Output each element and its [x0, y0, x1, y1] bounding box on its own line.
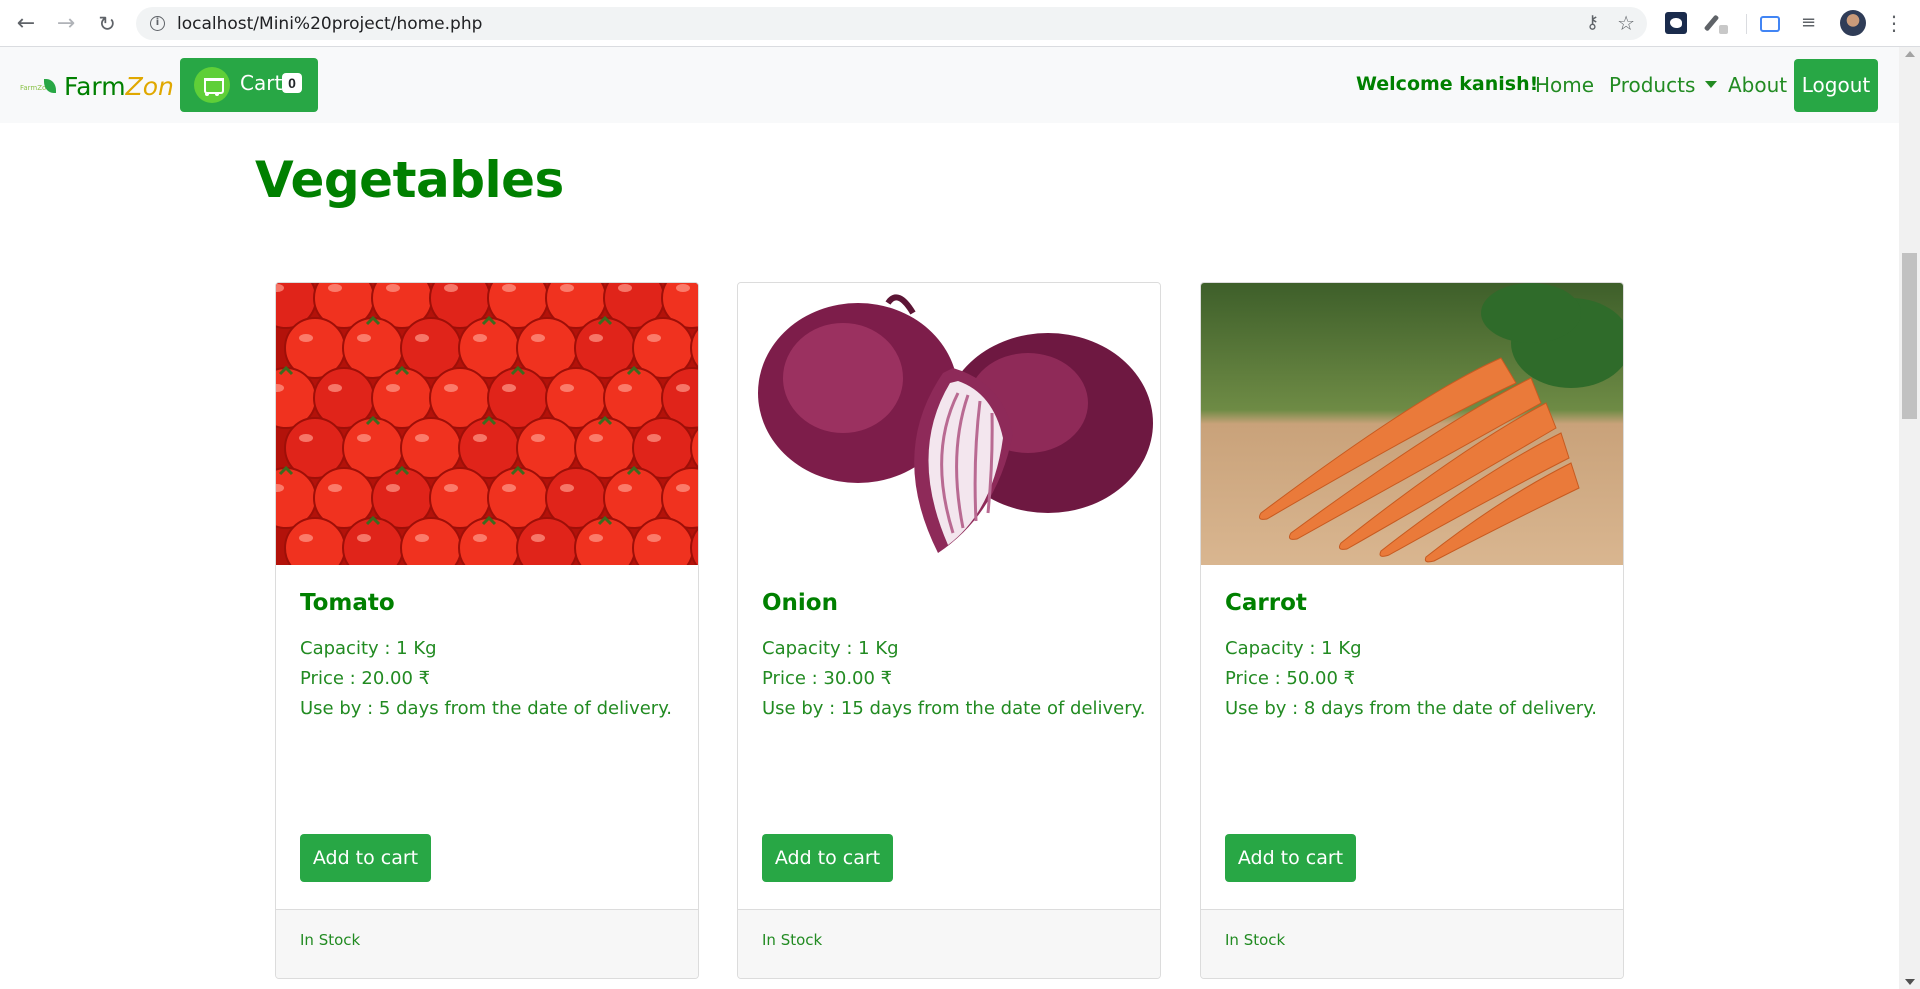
- cast-icon[interactable]: [1760, 16, 1780, 32]
- nav-products-dropdown[interactable]: Products: [1609, 73, 1718, 97]
- address-bar[interactable]: i localhost/Mini%20project/home.php ⚷ ☆: [136, 7, 1647, 40]
- brand-logo-icon: FarmZon: [20, 78, 56, 95]
- nav-about-link[interactable]: About: [1728, 73, 1787, 97]
- onion-image: [738, 283, 1160, 565]
- product-capacity: Capacity : 1 Kg: [300, 638, 437, 659]
- product-card-tomato: Tomato Capacity : 1 Kg Price : 20.00 ₹ U…: [275, 282, 699, 979]
- product-price: Price : 30.00 ₹: [762, 668, 893, 689]
- reload-icon[interactable]: ↻: [93, 10, 121, 38]
- dropdown-caret-icon: [1705, 81, 1718, 88]
- product-use-by: Use by : 15 days from the date of delive…: [762, 698, 1146, 719]
- scroll-up-arrow-icon[interactable]: [1905, 51, 1915, 57]
- profile-avatar[interactable]: [1840, 10, 1866, 36]
- nav-home-link[interactable]: Home: [1535, 73, 1594, 97]
- shopping-cart-icon: [194, 67, 230, 103]
- product-name: Onion: [762, 590, 838, 616]
- twitter-extension-icon[interactable]: [1665, 12, 1687, 34]
- scrollbar-thumb[interactable]: [1902, 253, 1917, 419]
- site-info-icon[interactable]: i: [150, 16, 165, 31]
- scroll-down-arrow-icon[interactable]: [1905, 979, 1915, 985]
- tomato-image: [276, 283, 698, 565]
- toolbar-divider: [1746, 14, 1747, 34]
- product-name: Tomato: [300, 590, 395, 616]
- bookmark-star-icon[interactable]: ☆: [1617, 11, 1635, 35]
- media-controls-icon[interactable]: ≡: [1801, 12, 1823, 34]
- logout-button[interactable]: Logout: [1794, 59, 1878, 112]
- cart-label: Cart: [240, 71, 283, 95]
- page-title: Vegetables: [255, 151, 564, 209]
- product-price: Price : 50.00 ₹: [1225, 668, 1356, 689]
- password-key-icon[interactable]: ⚷: [1586, 12, 1599, 33]
- product-use-by: Use by : 8 days from the date of deliver…: [1225, 698, 1598, 719]
- more-menu-icon[interactable]: ⋮: [1884, 10, 1904, 36]
- add-to-cart-button-onion[interactable]: Add to cart: [762, 834, 893, 882]
- stock-status: In Stock: [762, 931, 823, 949]
- product-capacity: Capacity : 1 Kg: [1225, 638, 1362, 659]
- product-capacity: Capacity : 1 Kg: [762, 638, 899, 659]
- address-bar-url[interactable]: localhost/Mini%20project/home.php: [177, 14, 482, 34]
- add-to-cart-button-tomato[interactable]: Add to cart: [300, 834, 431, 882]
- product-name: Carrot: [1225, 590, 1307, 616]
- brand-name: FarmZon: [64, 72, 174, 101]
- page-viewport: FarmZon FarmZon Cart 0 Welcome kanish! H…: [0, 47, 1899, 989]
- cart-count-badge: 0: [282, 73, 302, 93]
- welcome-message: Welcome kanish!: [1356, 73, 1539, 95]
- page-scrollbar[interactable]: [1899, 47, 1920, 989]
- product-price: Price : 20.00 ₹: [300, 668, 431, 689]
- card-footer: In Stock: [276, 909, 698, 978]
- cart-button[interactable]: Cart 0: [180, 58, 318, 112]
- product-card-onion: Onion Capacity : 1 Kg Price : 30.00 ₹ Us…: [737, 282, 1161, 979]
- site-navbar: FarmZon FarmZon Cart 0 Welcome kanish! H…: [0, 47, 1899, 123]
- stock-status: In Stock: [1225, 931, 1286, 949]
- color-picker-extension-icon[interactable]: [1706, 12, 1728, 34]
- carrot-image: [1201, 283, 1623, 565]
- product-use-by: Use by : 5 days from the date of deliver…: [300, 698, 673, 719]
- back-arrow-icon[interactable]: ←: [12, 10, 40, 38]
- brand-link[interactable]: FarmZon FarmZon: [20, 72, 174, 101]
- forward-arrow-icon[interactable]: →: [52, 10, 80, 38]
- browser-toolbar: ← → ↻ i localhost/Mini%20project/home.ph…: [0, 0, 1920, 47]
- card-footer: In Stock: [738, 909, 1160, 978]
- card-footer: In Stock: [1201, 909, 1623, 978]
- add-to-cart-button-carrot[interactable]: Add to cart: [1225, 834, 1356, 882]
- stock-status: In Stock: [300, 931, 361, 949]
- product-card-carrot: Carrot Capacity : 1 Kg Price : 50.00 ₹ U…: [1200, 282, 1624, 979]
